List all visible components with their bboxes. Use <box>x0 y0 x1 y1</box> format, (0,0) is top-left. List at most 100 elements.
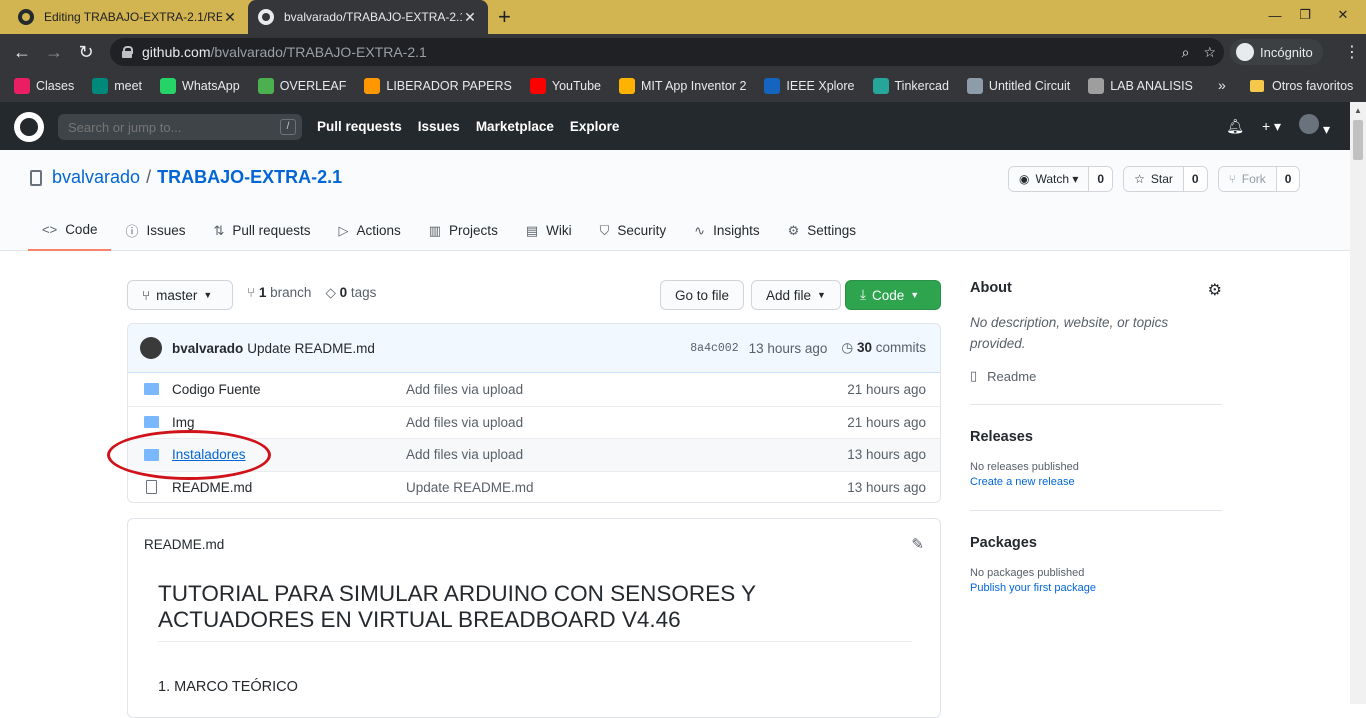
browser-tab-editing[interactable]: Editing TRABAJO-EXTRA-2.1/README ✕ <box>8 0 248 34</box>
add-file-button[interactable]: Add file ▼ <box>751 280 841 310</box>
tab-pull-requests[interactable]: ⇅ Pull requests <box>200 210 325 251</box>
incognito-profile-button[interactable]: Incógnito <box>1230 39 1323 65</box>
nav-explore[interactable]: Explore <box>570 119 620 134</box>
bookmark-item[interactable]: meet <box>92 78 142 94</box>
nav-pull-requests[interactable]: Pull requests <box>317 119 402 134</box>
bookmark-item[interactable]: Clases <box>14 78 74 94</box>
incognito-label: Incógnito <box>1260 44 1313 60</box>
create-new-button[interactable]: + ▾ <box>1262 118 1281 135</box>
tab-close-icon[interactable]: ✕ <box>222 9 238 26</box>
gear-icon[interactable]: ⚙ <box>1208 280 1222 300</box>
watch-count[interactable]: 0 <box>1088 167 1113 191</box>
fork-button[interactable]: ⑂ Fork 0 <box>1217 166 1301 192</box>
edit-pencil-icon[interactable]: ✎ <box>911 535 924 553</box>
github-favicon-icon <box>258 9 274 25</box>
tab-title: bvalvarado/TRABAJO-EXTRA-2.1 <box>284 10 462 24</box>
forward-arrow-icon[interactable]: → <box>38 42 70 63</box>
github-global-nav: Pull requests Issues Marketplace Explore <box>317 102 619 150</box>
readme-header: README.md ✎ <box>128 519 940 569</box>
page-scrollbar[interactable]: ▲ <box>1350 102 1366 704</box>
packages-title[interactable]: Packages <box>970 535 1222 551</box>
branches-link[interactable]: ⑂ 1 branch <box>247 285 311 301</box>
address-bar[interactable]: github.com /bvalvarado/TRABAJO-EXTRA-2.1… <box>110 38 1224 66</box>
file-commit-message[interactable]: Update README.md <box>406 480 534 495</box>
maximize-icon[interactable]: ❐ <box>1290 0 1320 30</box>
bookmark-item[interactable]: OVERLEAF <box>257 78 346 94</box>
file-commit-message[interactable]: Add files via upload <box>406 382 523 397</box>
add-file-label: Add file <box>766 287 812 303</box>
repo-name-link[interactable]: TRABAJO-EXTRA-2.1 <box>157 167 342 188</box>
bookmark-label: LAB ANALISIS <box>1110 79 1193 93</box>
bookmarks-overflow-icon[interactable]: » <box>1218 77 1226 93</box>
go-to-file-button[interactable]: Go to file <box>660 280 745 310</box>
avatar[interactable] <box>140 337 162 359</box>
tab-security[interactable]: ⛉ Security <box>586 210 681 251</box>
nav-issues[interactable]: Issues <box>418 119 460 134</box>
releases-title[interactable]: Releases <box>970 429 1222 445</box>
browser-tab-repo[interactable]: bvalvarado/TRABAJO-EXTRA-2.1 ✕ <box>248 0 488 34</box>
nav-marketplace[interactable]: Marketplace <box>476 119 554 134</box>
file-commit-message[interactable]: Add files via upload <box>406 415 523 430</box>
commits-link[interactable]: ◷ 30 commits <box>841 340 926 356</box>
search-input[interactable] <box>68 119 268 135</box>
watch-button[interactable]: ◉ Watch ▾ 0 <box>1008 166 1114 192</box>
tab-wiki[interactable]: ▤ Wiki <box>512 210 586 251</box>
tags-link[interactable]: ◇ 0 tags <box>325 285 376 301</box>
code-button[interactable]: ⤓ Code ▼ <box>845 280 941 310</box>
bookmark-label: YouTube <box>551 79 602 93</box>
bookmark-item[interactable]: WhatsApp <box>160 78 240 94</box>
tab-issues[interactable]: ⓘ Issues <box>111 210 199 251</box>
tab-code[interactable]: <> Code <box>28 210 112 251</box>
reload-icon[interactable]: ↻ <box>70 42 102 63</box>
create-release-link[interactable]: Create a new release <box>970 476 1222 488</box>
scroll-up-icon[interactable]: ▲ <box>1354 106 1362 115</box>
star-button[interactable]: ☆ Star 0 <box>1123 166 1208 192</box>
user-menu[interactable]: ▾ <box>1299 114 1330 138</box>
table-row[interactable]: Img Add files via upload 21 hours ago <box>128 405 940 439</box>
bookmark-item[interactable]: LIBERADOR PAPERS <box>364 78 512 94</box>
table-row[interactable]: Codigo Fuente Add files via upload 21 hour… <box>128 373 940 406</box>
other-bookmarks[interactable]: Otros favoritos <box>1250 70 1353 102</box>
search-box[interactable]: / <box>58 114 302 140</box>
fork-count[interactable]: 0 <box>1275 167 1300 191</box>
tab-actions[interactable]: ▷ Actions <box>324 210 414 251</box>
bookmark-item[interactable]: Untitled Circuit <box>966 78 1070 94</box>
github-logo-icon[interactable] <box>14 112 44 142</box>
window-close-icon[interactable]: ✕ <box>1320 0 1366 30</box>
file-commit-message[interactable]: Add files via upload <box>406 447 523 462</box>
window-controls: — ❐ ✕ <box>1260 0 1366 34</box>
table-row[interactable]: README.md Update README.md 13 hours ago <box>128 470 940 503</box>
star-icon: ☆ <box>1134 172 1145 186</box>
eye-icon: ◉ <box>1019 172 1030 186</box>
tab-settings[interactable]: ⚙ Settings <box>774 210 870 251</box>
notifications-bell-icon[interactable]: 🔔︎ <box>1226 118 1244 135</box>
github-header-right: 🔔︎ + ▾ ▾ <box>1226 102 1330 150</box>
commit-sha[interactable]: 8a4c002 <box>690 342 738 355</box>
code-button-label: Code <box>871 287 905 303</box>
scrollbar-thumb[interactable] <box>1353 120 1363 160</box>
file-name[interactable]: Codigo Fuente <box>172 382 261 397</box>
tab-projects[interactable]: ▥ Projects <box>415 210 512 251</box>
commit-author[interactable]: bvalvarado <box>172 341 243 356</box>
file-name[interactable]: Img <box>172 415 195 430</box>
repo-owner-link[interactable]: bvalvarado <box>52 167 140 188</box>
tab-insights[interactable]: ∿ Insights <box>680 210 773 251</box>
file-name[interactable]: README.md <box>172 480 252 495</box>
new-tab-button[interactable]: + <box>498 4 511 30</box>
branch-select-button[interactable]: ⑂ master ▼ <box>127 280 233 310</box>
bookmark-item[interactable]: YouTube <box>529 78 602 94</box>
bookmark-item[interactable]: IEEE Xplore <box>764 78 855 94</box>
readme-link[interactable]: ▯ Readme <box>970 368 1222 384</box>
commit-message[interactable]: Update README.md <box>247 341 375 356</box>
bookmark-item[interactable]: LAB ANALISIS <box>1088 78 1193 94</box>
bookmark-star-icon[interactable]: ☆ <box>1203 44 1216 61</box>
zoom-search-icon[interactable]: ⌕ <box>1182 44 1190 61</box>
publish-package-link[interactable]: Publish your first package <box>970 582 1222 594</box>
bookmark-item[interactable]: Tinkercad <box>872 78 949 94</box>
browser-menu-icon[interactable]: ⋮ <box>1344 42 1360 62</box>
bookmark-item[interactable]: MIT App Inventor 2 <box>619 78 746 94</box>
minimize-icon[interactable]: — <box>1260 0 1290 30</box>
tab-close-icon[interactable]: ✕ <box>462 9 478 26</box>
back-arrow-icon[interactable]: ← <box>6 42 38 63</box>
star-count[interactable]: 0 <box>1182 167 1207 191</box>
